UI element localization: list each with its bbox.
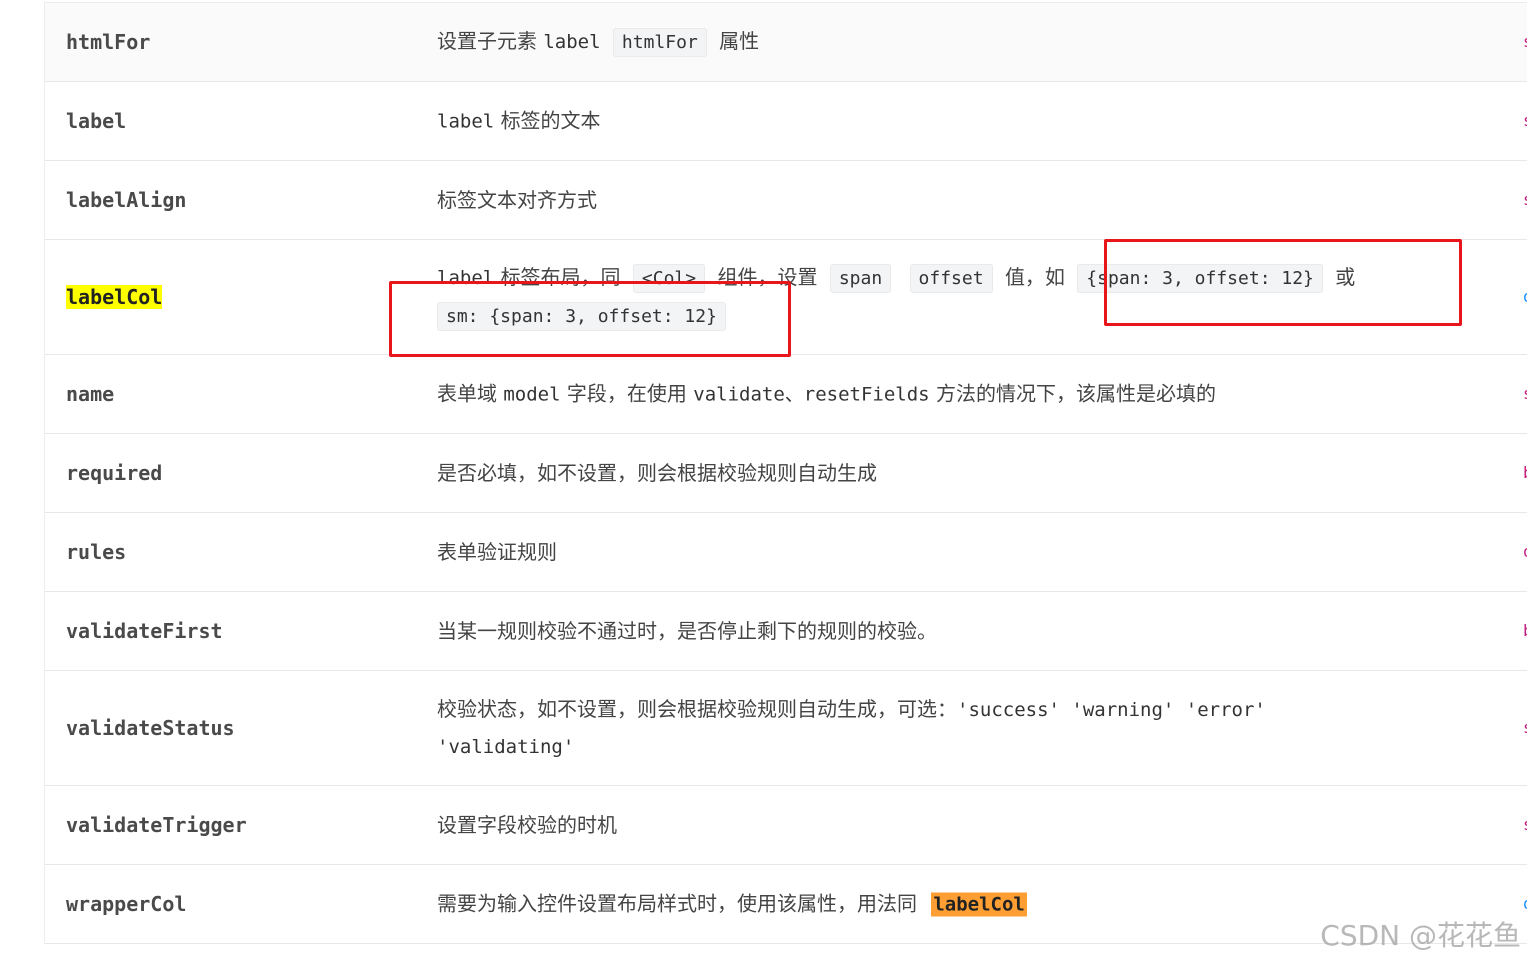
inline-code-highlighted: labelCol [931,892,1027,917]
prop-name: label [66,109,127,133]
table-row-labelalign: labelAlign 标签文本对齐方式 s [45,161,1527,240]
prop-description: 标签文本对齐方式 [437,182,1438,218]
desc-text: 标签布局，同 [500,265,621,289]
prop-description: 当某一规则校验不通过时，是否停止剩下的规则的校验。 [437,613,1438,649]
inline-code: span [829,264,892,293]
desc-inline-term: model [503,383,561,406]
desc-text: 需要为输入控件设置布局样式时，使用该属性，用法同 [437,891,917,916]
type-cell-cutoff: s [1523,721,1527,735]
table-row-validatestatus: validateStatus 校验状态，如不设置，则会根据校验规则自动生成，可选… [45,671,1527,786]
desc-text: 标签文本对齐方式 [437,188,597,212]
prop-name: name [66,382,115,406]
prop-name: htmlFor [66,30,151,54]
prop-description: 表单域 model 字段，在使用 validate、resetFields 方法… [437,376,1438,413]
table-row-htmlfor: htmlFor 设置子元素 label htmlFor 属性 s [45,3,1527,82]
prop-description: 校验状态，如不设置，则会根据校验规则自动生成，可选：'success' 'war… [437,691,1438,765]
prop-description: label 标签布局，同 <Col> 组件，设置 span offset 值，如… [437,259,1438,335]
desc-inline-term: 'validating' [437,736,575,758]
prop-name: required [66,461,163,485]
desc-text: 或 [1335,265,1356,289]
desc-inline-term: label [437,267,495,289]
desc-text: 表单域 [437,381,497,406]
desc-inline-term: label [437,110,495,133]
prop-description: 设置子元素 label htmlFor 属性 [437,23,1438,61]
type-cell-cutoff: o [1523,897,1527,911]
desc-line-1: 校验状态，如不设置，则会根据校验规则自动生成，可选：'success' 'war… [437,691,1438,728]
table-row-label: label label 标签的文本 s [45,82,1527,161]
type-cell-cutoff: s [1523,193,1527,207]
watermark: CSDN @花花鱼 [1320,919,1521,952]
prop-description: 需要为输入控件设置布局样式时，使用该属性，用法同 labelCol [437,886,1438,923]
table-row-validatetrigger: validateTrigger 设置字段校验的时机 s [45,786,1527,865]
desc-inline-term: label [543,31,601,53]
type-cell-cutoff: s [1523,114,1527,128]
desc-line-2: 'validating' [437,728,1438,765]
desc-text: 是否必填，如不设置，则会根据校验规则自动生成 [437,461,877,485]
prop-name: validateTrigger [66,813,247,837]
desc-text: 标签的文本 [500,108,601,133]
desc-text: 校验状态，如不设置，则会根据校验规则自动生成，可选： [437,697,957,721]
prop-name: wrapperCol [66,892,187,916]
desc-text: 设置字段校验的时机 [437,813,617,837]
desc-line-2: sm: {span: 3, offset: 12} [437,297,1438,335]
table-row-rules: rules 表单验证规则 o [45,513,1527,592]
table-row-required: required 是否必填，如不设置，则会根据校验规则自动生成 b [45,434,1527,513]
desc-text: 值，如 [1004,265,1065,289]
desc-inline-term: 'success' 'warning' 'error' [957,699,1266,721]
prop-description: 是否必填，如不设置，则会根据校验规则自动生成 [437,455,1438,491]
inline-code: offset [909,264,993,293]
prop-name: validateStatus [66,716,235,740]
prop-description: 表单验证规则 [437,534,1438,570]
desc-text: 字段，在使用 [566,381,687,406]
desc-text: 组件，设置 [717,265,818,289]
desc-text: 方法的情况下，该属性是必填的 [935,381,1216,406]
prop-name: labelAlign [66,188,187,212]
prop-description: 设置字段校验的时机 [437,807,1438,843]
desc-line-1: label 标签布局，同 <Col> 组件，设置 span offset 值，如… [437,259,1438,297]
prop-name-highlighted: labelCol [66,285,163,309]
prop-name: validateFirst [66,619,223,643]
table-row-wrappercol: wrapperCol 需要为输入控件设置布局样式时，使用该属性，用法同 labe… [45,865,1527,944]
table-row-validatefirst: validateFirst 当某一规则校验不通过时，是否停止剩下的规则的校验。 … [45,592,1527,671]
type-cell-cutoff: b [1523,624,1527,638]
type-cell-cutoff: s [1523,35,1527,49]
table-row-labelcol: labelCol label 标签布局，同 <Col> 组件，设置 span o… [45,240,1527,355]
type-cell-cutoff: s [1523,387,1527,401]
desc-text: 当某一规则校验不通过时，是否停止剩下的规则的校验。 [437,619,937,643]
api-props-table: htmlFor 设置子元素 label htmlFor 属性 s label l… [44,2,1527,944]
type-cell-cutoff: o [1523,290,1527,304]
desc-text: 设置子元素 [437,29,537,53]
table-row-name: name 表单域 model 字段，在使用 validate、resetFiel… [45,355,1527,434]
prop-name: rules [66,540,127,564]
type-cell-cutoff: s [1523,818,1527,832]
desc-text: 属性 [719,29,760,53]
type-cell-cutoff: b [1523,466,1527,480]
inline-code: sm: {span: 3, offset: 12} [437,302,726,331]
prop-description: label 标签的文本 [437,103,1438,140]
inline-code: <Col> [632,264,706,293]
inline-code: {span: 3, offset: 12} [1077,264,1323,293]
type-cell-cutoff: o [1523,545,1527,559]
inline-code: htmlFor [612,28,707,57]
desc-text: 表单验证规则 [437,540,557,564]
desc-inline-term: validate、resetFields [693,383,930,406]
